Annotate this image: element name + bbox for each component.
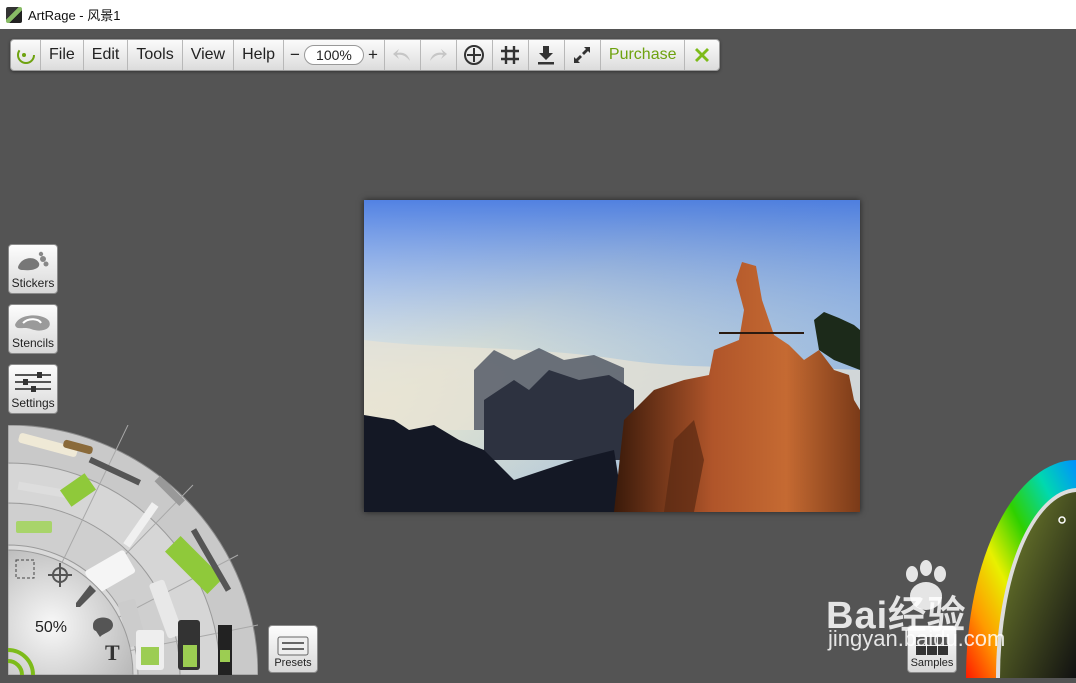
stickers-button[interactable]: Stickers: [8, 244, 58, 294]
menu-help[interactable]: Help: [234, 40, 285, 70]
canvas-position-button[interactable]: [457, 40, 493, 70]
redo-icon: [430, 49, 448, 61]
presets-button[interactable]: Presets: [268, 625, 318, 673]
fullscreen-button[interactable]: [565, 40, 601, 70]
undo-button[interactable]: [385, 40, 421, 70]
close-x-icon: [695, 48, 710, 62]
export-button[interactable]: [529, 40, 565, 70]
undo-icon: [393, 49, 411, 61]
text-tool-icon[interactable]: T: [105, 640, 120, 666]
stencil-icon: [15, 315, 50, 331]
tool-wheel: 50% T: [7, 424, 259, 676]
artrage-app-icon: [6, 6, 22, 23]
move-canvas-icon: [464, 45, 485, 65]
stickers-label: Stickers: [11, 276, 55, 290]
menu-tools[interactable]: Tools: [128, 40, 183, 70]
purchase-button[interactable]: Purchase: [601, 40, 686, 70]
menu-edit[interactable]: Edit: [84, 40, 129, 70]
artrage-menu-button[interactable]: [11, 40, 41, 70]
presets-icon: [277, 636, 309, 656]
baidu-jingyan-watermark: Bai经验 jingyan.baidu.com: [826, 560, 1026, 660]
stencils-label: Stencils: [11, 336, 55, 350]
settings-label: Settings: [11, 396, 55, 410]
window-title: ArtRage - 风景1: [28, 8, 121, 23]
landscape-image: [364, 200, 860, 512]
presets-label: Presets: [274, 657, 312, 669]
sliders-icon: [15, 372, 51, 392]
zoom-in-button[interactable]: +: [368, 45, 378, 65]
brush-size-readout[interactable]: 50%: [35, 619, 67, 637]
expand-icon: [574, 47, 591, 63]
footprint-icon: [18, 251, 49, 271]
settings-button[interactable]: Settings: [8, 364, 58, 414]
zoom-control: − 100% +: [284, 40, 385, 70]
redo-button[interactable]: [421, 40, 457, 70]
close-toolbar-button[interactable]: [685, 40, 719, 70]
menu-file[interactable]: File: [41, 40, 84, 70]
grid-icon: [501, 46, 520, 64]
stencils-button[interactable]: Stencils: [8, 304, 58, 354]
watermark-url: jingyan.baidu.com: [828, 626, 1006, 651]
window-title-bar: ArtRage - 风景1: [0, 0, 1076, 29]
artrage-logo-icon: [16, 46, 35, 64]
grid-button[interactable]: [493, 40, 529, 70]
zoom-level-field[interactable]: 100%: [303, 45, 364, 65]
download-icon: [538, 46, 555, 65]
zoom-out-button[interactable]: −: [290, 45, 300, 65]
main-toolbar: File Edit Tools View Help − 100% + Purch…: [10, 39, 721, 71]
painting-canvas[interactable]: [364, 200, 860, 512]
menu-view[interactable]: View: [183, 40, 235, 70]
